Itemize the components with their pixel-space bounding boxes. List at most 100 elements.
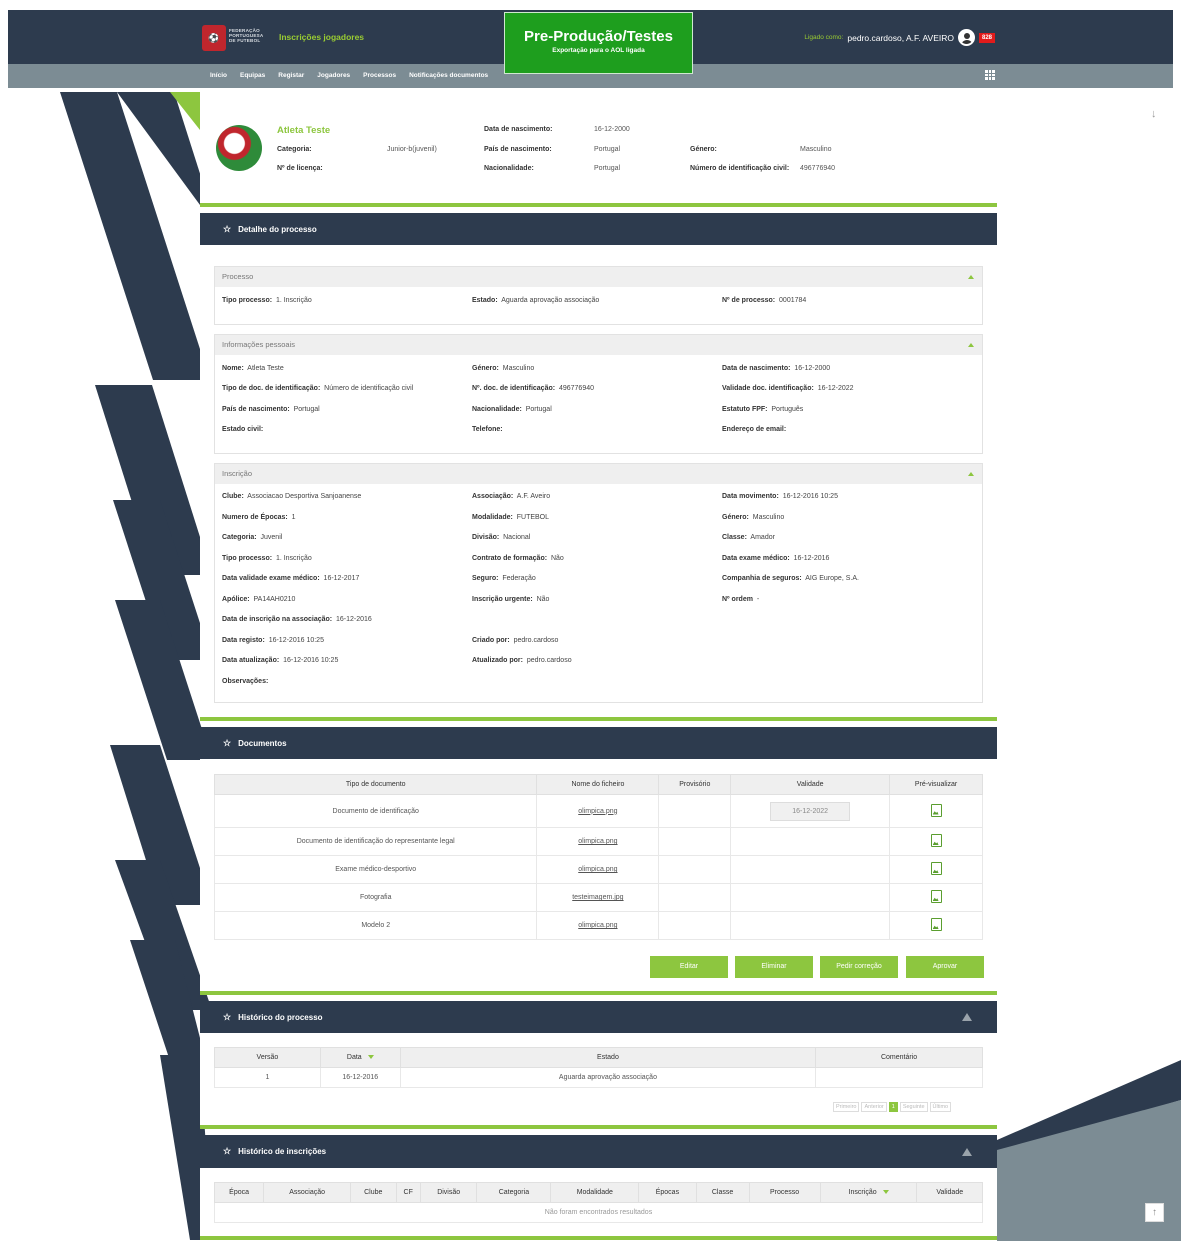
main-nav: Início Equipas Registar Jogadores Proces…: [210, 72, 488, 79]
scroll-down-icon[interactable]: ↓: [1151, 108, 1157, 120]
fpf-logo[interactable]: ⚽: [202, 25, 226, 51]
col-inscricoes[interactable]: Modalidade: [550, 1182, 640, 1203]
processo-panel-header[interactable]: Processo: [215, 267, 982, 287]
collapse-toggle-icon[interactable]: [962, 1013, 972, 1021]
pedir-correcao-button[interactable]: Pedir correção: [820, 956, 898, 978]
pager-page[interactable]: 1: [888, 1102, 898, 1112]
image-preview-icon[interactable]: [930, 834, 942, 847]
col-preview[interactable]: Pré-visualizar: [889, 774, 983, 795]
doc-preview-cell: [889, 794, 983, 828]
image-preview-icon[interactable]: [930, 918, 942, 931]
col-inscricoes[interactable]: Clube: [350, 1182, 397, 1203]
field-value: 16-12-2000: [794, 365, 831, 372]
apps-grid-icon[interactable]: [985, 70, 995, 80]
col-inscricoes[interactable]: Validade: [916, 1182, 983, 1203]
col-provisorio[interactable]: Provisório: [658, 774, 732, 795]
col-inscricoes[interactable]: Época: [213, 1182, 265, 1203]
environment-title: Pre-Produção/Testes: [524, 28, 673, 45]
field-label: Data registo:: [222, 636, 265, 644]
col-label: Inscrição: [848, 1189, 877, 1196]
field-value: Número de identificação civil: [324, 385, 414, 392]
field-value: Juvenil: [260, 534, 283, 541]
col-ficheiro[interactable]: Nome do ficheiro: [536, 774, 660, 795]
image-preview-icon[interactable]: [930, 890, 942, 903]
collapse-icon[interactable]: [968, 472, 974, 476]
col-data[interactable]: Data: [319, 1047, 401, 1068]
pager-first[interactable]: Primeiro: [833, 1102, 860, 1112]
field-label: Endereço de email:: [722, 426, 787, 433]
field-label: Nº ordem: [722, 595, 753, 603]
user-area: Ligado como: pedro.cardoso, A.F. AVEIRO …: [804, 29, 995, 46]
pager-prev[interactable]: Anterior: [861, 1102, 887, 1112]
nav-item-inicio[interactable]: Início: [210, 72, 227, 79]
inscricao-field: Categoria: Juvenil: [222, 534, 282, 541]
col-inscricoes[interactable]: Processo: [748, 1182, 821, 1203]
pessoal-field: País de nascimento: Portugal: [222, 406, 320, 413]
sort-desc-icon[interactable]: [882, 1190, 889, 1195]
pager-next[interactable]: Seguinte: [899, 1102, 928, 1112]
doc-ficheiro-link[interactable]: olimpica.png: [578, 838, 617, 845]
field-value: Portugal: [293, 406, 320, 413]
col-estado[interactable]: Estado: [399, 1047, 817, 1068]
doc-ficheiro-link[interactable]: olimpica.png: [578, 808, 617, 815]
field-label: Nº. doc. de identificação:: [472, 385, 556, 392]
star-icon: ☆: [223, 1011, 232, 1022]
table-row: Documento de identificação do representa…: [213, 827, 983, 856]
scroll-top-button[interactable]: ↑: [1145, 1203, 1164, 1222]
aprovar-button[interactable]: Aprovar: [906, 956, 984, 978]
categoria-value: Junior-b(juvenil): [387, 146, 437, 153]
section-header-historico-processo[interactable]: ☆ Histórico do processo: [200, 1001, 997, 1033]
inscricao-field: Criado por: pedro.cardoso: [472, 637, 558, 644]
app-title[interactable]: Inscrições jogadores: [279, 32, 364, 42]
user-name[interactable]: pedro.cardoso, A.F. AVEIRO: [847, 33, 954, 43]
collapse-icon[interactable]: [968, 275, 974, 279]
section-header-historico-inscricoes[interactable]: ☆ Histórico de inscrições: [200, 1135, 997, 1168]
avatar-icon[interactable]: [957, 29, 975, 46]
doc-validade: 16-12-2022: [730, 794, 891, 828]
col-inscricoes[interactable]: Inscrição: [819, 1182, 918, 1203]
pessoal-field: Nacionalidade: Portugal: [472, 406, 552, 413]
notification-badge[interactable]: 828: [978, 32, 995, 43]
field-value: pedro.cardoso: [513, 636, 559, 644]
collapse-toggle-icon[interactable]: [962, 1147, 972, 1156]
section-header-documentos[interactable]: ☆ Documentos: [200, 727, 997, 759]
col-validade[interactable]: Validade: [730, 774, 891, 795]
col-inscricoes[interactable]: Divisão: [419, 1182, 478, 1203]
table-row: Fotografia testeimagem.jpg: [213, 883, 983, 912]
inscricao-panel-header[interactable]: Inscrição: [215, 464, 982, 484]
col-inscricoes[interactable]: CF: [395, 1182, 421, 1203]
sort-desc-icon[interactable]: [367, 1055, 374, 1060]
col-versao[interactable]: Versão: [214, 1047, 321, 1068]
doc-ficheiro-link[interactable]: olimpica.png: [578, 866, 617, 873]
inscricao-field: Data atualização: 16-12-2016 10:25: [222, 657, 338, 664]
field-value: 16-12-2016: [793, 554, 830, 562]
eliminar-button[interactable]: Eliminar: [735, 956, 813, 978]
col-inscricoes[interactable]: Épocas: [638, 1182, 697, 1203]
editar-button[interactable]: Editar: [650, 956, 728, 978]
pais-value: Portugal: [594, 146, 621, 153]
inscricao-field: Data registo: 16-12-2016 10:25: [222, 637, 324, 644]
col-inscricoes[interactable]: Categoria: [476, 1182, 552, 1203]
doc-ficheiro-link[interactable]: olimpica.png: [578, 922, 617, 929]
field-estado: Estado: Aguarda aprovação associação: [472, 297, 599, 304]
image-preview-icon[interactable]: [930, 862, 942, 875]
pager-last[interactable]: Último: [929, 1102, 952, 1112]
col-inscricoes[interactable]: Associação: [263, 1182, 352, 1203]
pessoal-field: Validade doc. identificação: 16-12-2022: [722, 385, 854, 392]
nav-item-equipas[interactable]: Equipas: [240, 72, 265, 79]
nav-item-jogadores[interactable]: Jogadores: [317, 72, 350, 79]
nav-item-registar[interactable]: Registar: [278, 72, 304, 79]
col-inscricoes[interactable]: Classe: [695, 1182, 750, 1203]
nav-item-processos[interactable]: Processos: [363, 72, 396, 79]
nav-item-notificacoes[interactable]: Notificações documentos: [409, 72, 488, 79]
field-label: Seguro:: [472, 575, 499, 582]
validade-input[interactable]: 16-12-2022: [770, 801, 851, 821]
image-preview-icon[interactable]: [930, 803, 942, 817]
collapse-icon[interactable]: [968, 343, 974, 347]
col-tipo[interactable]: Tipo de documento: [213, 774, 538, 795]
pessoal-field: Género: Masculino: [472, 365, 534, 372]
pessoais-panel-header[interactable]: Informações pessoais: [215, 335, 982, 355]
doc-ficheiro-link[interactable]: testeimagem.jpg: [572, 894, 623, 901]
section-header-detalhe[interactable]: ☆ Detalhe do processo: [200, 213, 997, 245]
col-comentario[interactable]: Comentário: [815, 1047, 983, 1068]
